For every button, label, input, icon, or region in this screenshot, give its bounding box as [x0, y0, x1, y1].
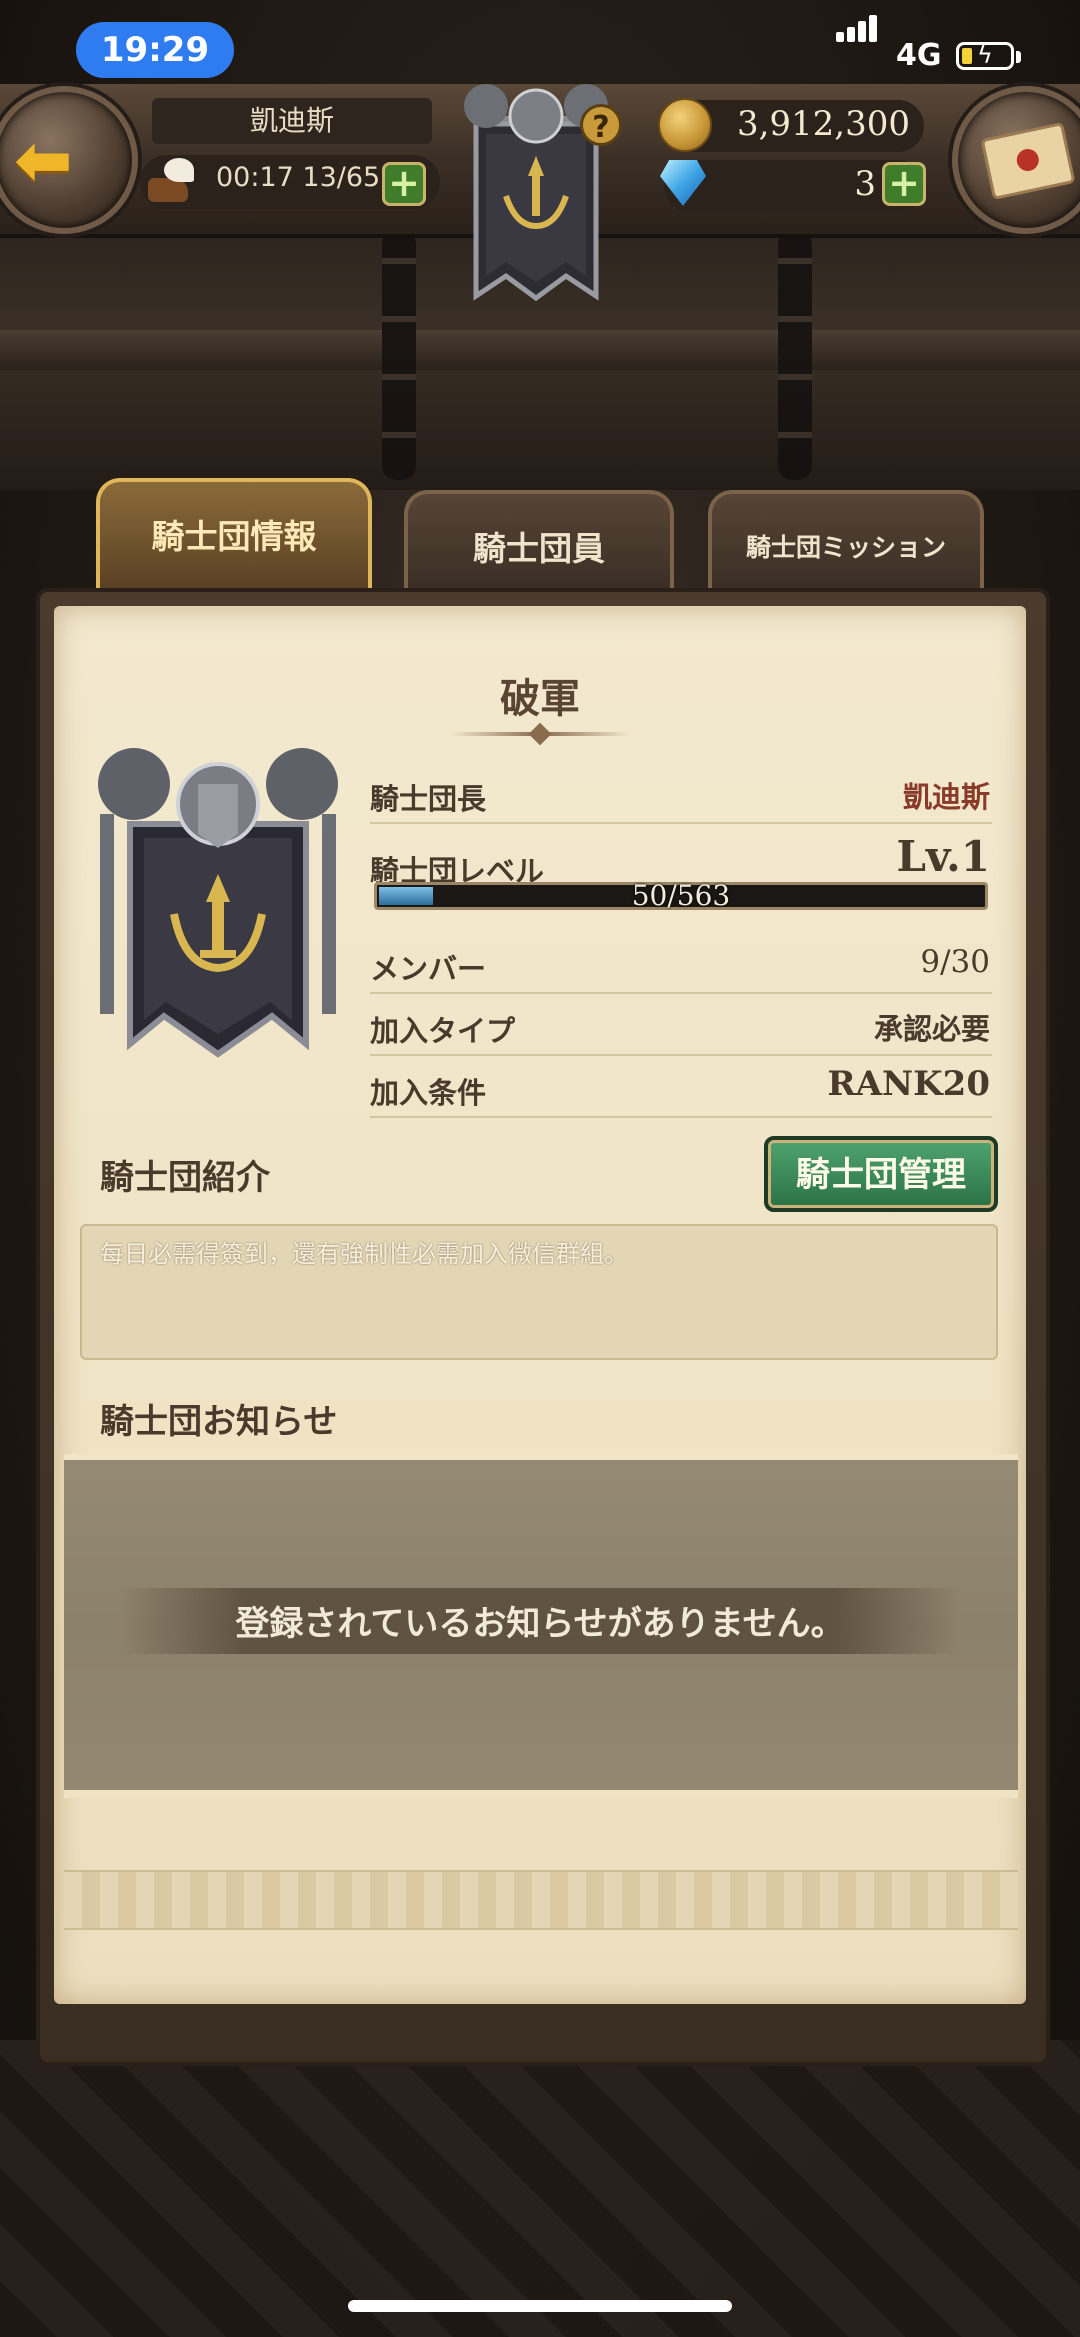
add-stamina-button[interactable]: + — [382, 162, 426, 206]
xp-progress-bar: 50/563 — [374, 879, 988, 912]
join-type-label: 加入タイプ — [370, 1014, 516, 1048]
tab-guild-members[interactable]: 騎士団員 — [404, 490, 674, 590]
row-join-type: 加入タイプ 承認必要 — [370, 992, 992, 1056]
battery-icon: ϟ — [956, 41, 1014, 70]
guild-name: 破軍 — [500, 676, 580, 722]
level-value: Lv.1 — [896, 832, 990, 881]
player-name: 凱迪斯 — [152, 98, 432, 144]
stamina-readout: 00:17 13/65 — [216, 162, 380, 193]
background-beam — [0, 330, 1080, 370]
intro-text: 每日必需得簽到，還有強制性必需加入微信群組。 — [100, 1240, 628, 1268]
winged-boot-icon — [144, 156, 198, 206]
guild-emblem — [90, 744, 346, 1084]
mail-icon — [980, 121, 1076, 201]
panel-bottom-ornament — [470, 2010, 610, 2050]
tab-guild-info-label: 騎士団情報 — [151, 517, 317, 556]
join-type-value: 承認必要 — [873, 1012, 990, 1046]
network-label: 4G — [896, 38, 942, 73]
row-guild-level: 騎士団レベル Lv.1 — [370, 832, 992, 888]
chain-right — [778, 230, 812, 480]
tab-guild-members-label: 騎士団員 — [473, 529, 605, 568]
tab-guild-missions[interactable]: 騎士団ミッション — [708, 490, 984, 590]
tab-guild-missions-label: 騎士団ミッション — [745, 533, 946, 562]
leader-value: 凱迪斯 — [902, 780, 990, 814]
xp-progress-text: 50/563 — [631, 879, 731, 912]
ornament-band — [64, 1870, 1018, 1930]
members-label: メンバー — [370, 952, 487, 986]
leader-label: 騎士団長 — [370, 782, 487, 816]
gold-amount: 3,912,300 — [736, 104, 910, 144]
home-indicator[interactable] — [348, 2300, 732, 2312]
notice-title: 騎士団お知らせ — [100, 1402, 338, 1442]
gold-coin-icon — [658, 98, 712, 152]
stamina-timer: 00:17 — [216, 162, 294, 193]
join-condition-label: 加入条件 — [370, 1076, 487, 1110]
back-arrow-icon: ⬅ — [14, 119, 73, 201]
row-members: メンバー 9/30 — [370, 930, 992, 994]
add-gems-button[interactable]: + — [882, 162, 926, 206]
guild-manage-button[interactable]: 騎士団管理 — [764, 1136, 998, 1212]
status-time: 19:29 — [76, 22, 234, 78]
stamina-value: 13/65 — [302, 162, 381, 193]
tab-guild-info[interactable]: 騎士団情報 — [96, 478, 372, 590]
help-icon[interactable]: ? — [580, 104, 622, 146]
intro-title: 騎士団紹介 — [100, 1158, 270, 1198]
members-value: 9/30 — [920, 944, 990, 980]
battery-nub — [1016, 51, 1021, 63]
row-join-condition: 加入条件 RANK20 — [370, 1054, 992, 1118]
join-condition-value: RANK20 — [827, 1064, 990, 1104]
row-guild-leader: 騎士団長 凱迪斯 — [370, 760, 992, 824]
notice-empty-message: 登録されているお知らせがありません。 — [235, 1604, 845, 1644]
background-floor — [0, 2040, 1080, 2337]
chain-left — [382, 230, 416, 480]
gem-amount: 3 — [854, 164, 876, 204]
